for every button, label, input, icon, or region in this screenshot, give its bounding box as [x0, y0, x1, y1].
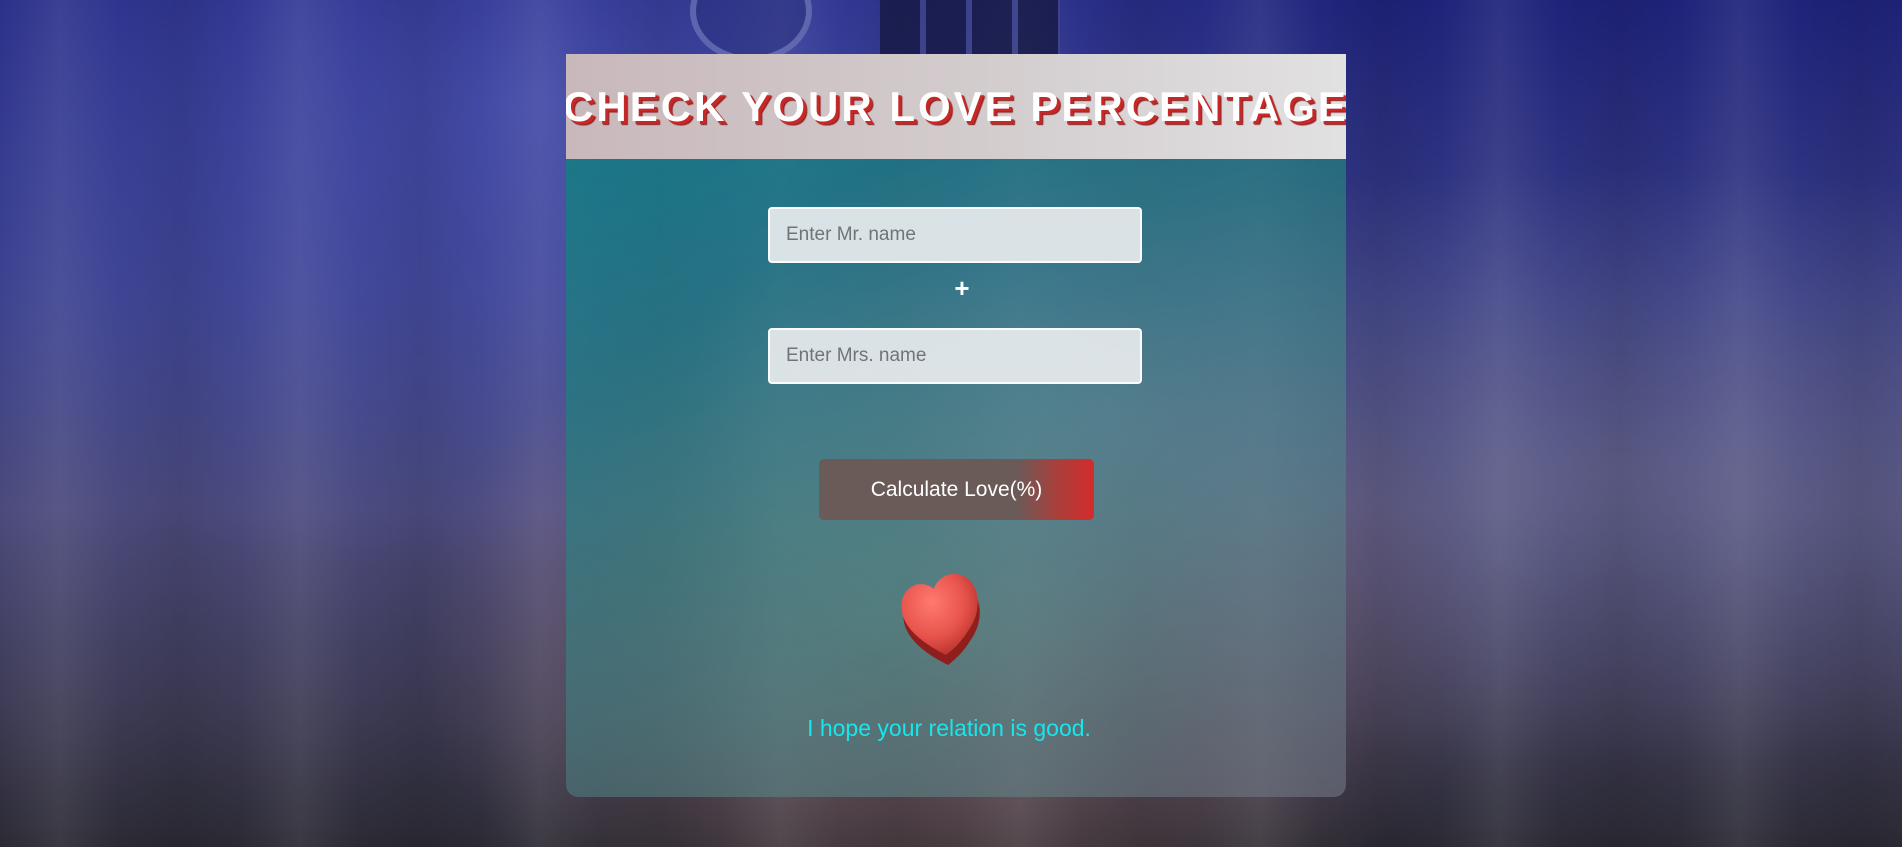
- page-title: CHECK YOUR LOVE PERCENTAGE: [566, 82, 1346, 130]
- love-calculator-card: CHECK YOUR LOVE PERCENTAGE + Calculate L…: [566, 54, 1346, 797]
- background-watch-strap: [880, 0, 1060, 55]
- card-header: CHECK YOUR LOVE PERCENTAGE: [566, 54, 1346, 159]
- calculate-love-button[interactable]: Calculate Love(%): [819, 459, 1094, 520]
- mr-name-input[interactable]: [768, 207, 1142, 263]
- result-message: I hope your relation is good.: [807, 715, 1091, 741]
- mrs-name-input[interactable]: [768, 328, 1142, 384]
- card-body: + Calculate Love(%) I hope your relation…: [566, 159, 1346, 797]
- heart-icon: [888, 567, 1000, 667]
- background-watch: [690, 0, 812, 62]
- plus-sign: +: [954, 273, 970, 303]
